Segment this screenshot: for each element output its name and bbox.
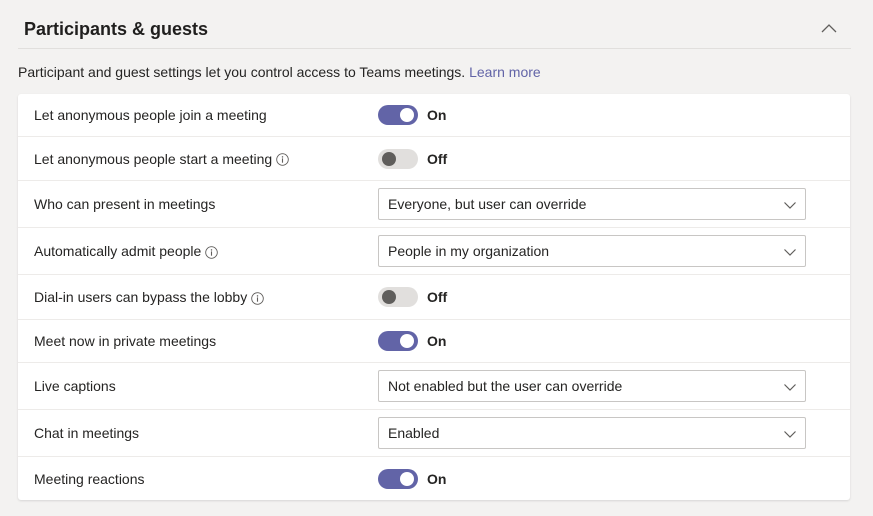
- toggle-state-label: On: [427, 107, 447, 123]
- setting-label: Let anonymous people join a meeting: [34, 107, 267, 123]
- learn-more-link[interactable]: Learn more: [469, 64, 541, 80]
- toggle-switch[interactable]: [378, 148, 418, 169]
- dropdown-value: Enabled: [388, 425, 440, 441]
- toggle-reactions: On: [378, 468, 447, 489]
- toggle-anonymous-start: Off: [378, 148, 448, 169]
- toggle-knob: [382, 290, 396, 304]
- toggle-meet-now: On: [378, 331, 446, 351]
- setting-row-chat: Chat in meetings Enabled: [18, 410, 850, 457]
- info-icon[interactable]: [251, 291, 264, 305]
- toggle-state-label: Off: [427, 289, 448, 305]
- setting-row-live-captions: Live captions Not enabled but the user c…: [18, 363, 850, 410]
- setting-row-anonymous-join: Let anonymous people join a meeting On: [18, 94, 850, 137]
- section-description: Participant and guest settings let you c…: [18, 63, 541, 81]
- dropdown-auto-admit[interactable]: People in my organization: [378, 235, 806, 267]
- dropdown-live-captions[interactable]: Not enabled but the user can override: [378, 370, 806, 402]
- setting-label: Live captions: [34, 378, 116, 394]
- settings-panel: Let anonymous people join a meeting On L…: [18, 94, 850, 500]
- info-icon[interactable]: [276, 153, 289, 166]
- dropdown-chat[interactable]: Enabled: [378, 417, 806, 449]
- section-header: Participants & guests: [18, 0, 851, 49]
- setting-label: Meeting reactions: [34, 470, 145, 487]
- chevron-up-icon: [821, 24, 837, 33]
- dropdown-who-can-present[interactable]: Everyone, but user can override: [378, 188, 806, 220]
- toggle-knob: [382, 151, 396, 166]
- toggle-knob: [400, 471, 414, 486]
- dropdown-value: People in my organization: [388, 243, 550, 259]
- setting-row-dialin-bypass: Dial-in users can bypass the lobby Off: [18, 275, 850, 320]
- info-icon[interactable]: [205, 245, 219, 259]
- toggle-knob: [400, 334, 414, 348]
- description-text: Participant and guest settings let you c…: [18, 64, 466, 80]
- toggle-switch[interactable]: [378, 287, 418, 307]
- toggle-state-label: On: [427, 470, 447, 487]
- setting-row-auto-admit: Automatically admit people People in my …: [18, 228, 850, 275]
- setting-label: Meet now in private meetings: [34, 333, 217, 349]
- setting-label: Automatically admit people: [34, 243, 219, 259]
- chevron-down-icon: [784, 384, 796, 391]
- setting-label: Who can present in meetings: [34, 196, 216, 212]
- dropdown-value: Everyone, but user can override: [388, 196, 587, 212]
- toggle-switch[interactable]: [378, 468, 418, 489]
- setting-label: Let anonymous people start a meeting: [34, 151, 289, 167]
- chevron-down-icon: [784, 249, 796, 256]
- setting-label: Dial-in users can bypass the lobby: [34, 289, 264, 305]
- toggle-switch[interactable]: [378, 331, 418, 351]
- setting-row-reactions: Meeting reactions On: [18, 457, 850, 500]
- toggle-dialin-bypass: Off: [378, 287, 447, 307]
- chevron-down-icon: [784, 431, 796, 438]
- chevron-down-icon: [784, 202, 796, 209]
- setting-row-who-can-present: Who can present in meetings Everyone, bu…: [18, 181, 850, 228]
- toggle-switch[interactable]: [378, 105, 418, 125]
- dropdown-value: Not enabled but the user can override: [388, 378, 623, 394]
- toggle-knob: [400, 108, 414, 122]
- setting-row-anonymous-start: Let anonymous people start a meeting Off: [18, 137, 850, 181]
- setting-label: Chat in meetings: [34, 425, 140, 441]
- setting-row-meet-now: Meet now in private meetings On: [18, 320, 850, 363]
- collapse-button[interactable]: [819, 18, 839, 38]
- toggle-anonymous-join: On: [378, 105, 446, 125]
- section-title: Participants & guests: [24, 19, 209, 39]
- toggle-state-label: Off: [427, 150, 448, 167]
- toggle-state-label: On: [427, 333, 447, 349]
